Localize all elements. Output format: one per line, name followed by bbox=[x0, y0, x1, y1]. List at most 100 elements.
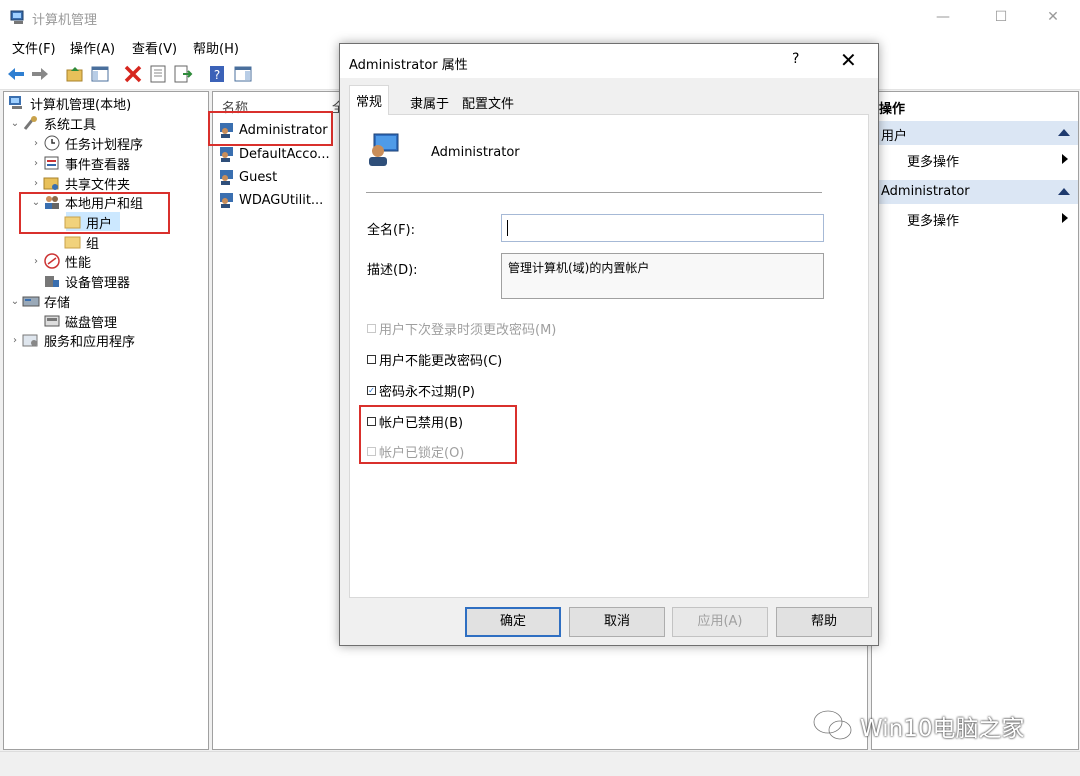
help-button[interactable]: 帮助 bbox=[776, 607, 872, 637]
tree-label: 共享文件夹 bbox=[65, 177, 131, 193]
action-group-label: 用户 bbox=[881, 129, 908, 144]
checkbox-label: 用户下次登录时须更改密码(M) bbox=[379, 323, 557, 338]
dialog-title-bar: Administrator 属性 ? ✕ bbox=[340, 44, 878, 78]
tree-label: 计算机管理(本地) bbox=[30, 97, 132, 113]
expand-chevron-icon[interactable]: › bbox=[29, 178, 43, 189]
svg-text:?: ? bbox=[214, 68, 220, 82]
tree-item-system-tools[interactable]: ⌄ 系统工具 bbox=[8, 113, 96, 133]
tree-item-storage[interactable]: ⌄ 存储 bbox=[8, 291, 70, 311]
dialog-help-button[interactable]: ? bbox=[792, 51, 799, 67]
checkbox-cannot-change-password[interactable]: 用户不能更改密码(C) bbox=[367, 350, 502, 369]
separator bbox=[366, 192, 822, 193]
expand-chevron-icon[interactable]: › bbox=[29, 256, 43, 267]
properties-icon[interactable] bbox=[148, 64, 168, 84]
collapse-chevron-icon[interactable]: ⌄ bbox=[8, 118, 22, 129]
services-icon bbox=[22, 334, 38, 347]
submenu-arrow-icon bbox=[1062, 213, 1068, 223]
tree-label: 存储 bbox=[44, 295, 71, 311]
tree-label: 系统工具 bbox=[44, 117, 97, 133]
checkbox-box[interactable] bbox=[367, 324, 376, 333]
tree-item-computer-management[interactable]: 计算机管理(本地) bbox=[8, 93, 131, 113]
tree-item-event-viewer[interactable]: › 事件查看器 bbox=[29, 153, 130, 173]
tree-item-services-apps[interactable]: › 服务和应用程序 bbox=[8, 330, 135, 350]
collapse-triangle-icon[interactable] bbox=[1058, 129, 1070, 136]
tools-icon bbox=[23, 116, 37, 130]
action-group-users[interactable]: 用户 bbox=[872, 121, 1078, 145]
list-item-guest[interactable]: Guest bbox=[219, 167, 277, 187]
actions-pane: 操作 用户 更多操作 Administrator 更多操作 bbox=[871, 91, 1079, 750]
computer-management-icon bbox=[9, 96, 22, 109]
export-list-icon[interactable] bbox=[173, 64, 193, 84]
disk-management-icon bbox=[44, 315, 60, 327]
window-title: 计算机管理 bbox=[32, 13, 98, 28]
clock-icon bbox=[44, 135, 60, 151]
menu-view[interactable]: 查看(V) bbox=[132, 38, 177, 57]
menu-file[interactable]: 文件(F) bbox=[12, 38, 56, 57]
list-item-defaultaccount[interactable]: DefaultAcco... bbox=[219, 144, 330, 164]
collapse-triangle-icon[interactable] bbox=[1058, 188, 1070, 195]
tree-label: 组 bbox=[86, 236, 100, 252]
ok-button[interactable]: 确定 bbox=[465, 607, 561, 637]
expand-chevron-icon[interactable]: › bbox=[29, 138, 43, 149]
close-button[interactable]: ✕ bbox=[1030, 5, 1076, 29]
maximize-button[interactable]: ☐ bbox=[978, 5, 1024, 29]
dialog-title: Administrator 属性 bbox=[349, 58, 468, 73]
tree-item-disk-management[interactable]: 磁盘管理 bbox=[43, 311, 117, 331]
expand-chevron-icon[interactable]: › bbox=[8, 335, 22, 346]
checkbox-box-checked[interactable]: ✓ bbox=[367, 386, 376, 395]
show-hide-console-tree-icon[interactable] bbox=[90, 64, 110, 84]
help-icon[interactable]: ? bbox=[207, 64, 227, 84]
tab-general[interactable]: 常规 bbox=[349, 85, 390, 115]
show-hide-action-pane-icon[interactable] bbox=[233, 64, 253, 84]
menu-help[interactable]: 帮助(H) bbox=[193, 38, 239, 57]
tree-label: 任务计划程序 bbox=[65, 137, 144, 153]
dialog-close-button[interactable]: ✕ bbox=[840, 48, 857, 72]
tree-item-task-scheduler[interactable]: › 任务计划程序 bbox=[29, 133, 143, 153]
action-group-label: Administrator bbox=[881, 184, 970, 199]
tab-profile[interactable]: 配置文件 bbox=[456, 88, 520, 114]
checkbox-label: 密码永不过期(P) bbox=[379, 385, 475, 400]
apply-button[interactable]: 应用(A) bbox=[672, 607, 768, 637]
folder-icon bbox=[64, 236, 81, 249]
tree-label: 服务和应用程序 bbox=[44, 334, 136, 350]
checkbox-password-never-expires[interactable]: ✓ 密码永不过期(P) bbox=[367, 381, 475, 400]
watermark-text: Win10电脑之家 bbox=[860, 716, 1025, 742]
user-icon bbox=[220, 193, 233, 208]
watermark: Win10电脑之家 bbox=[812, 706, 1024, 746]
general-tab-panel: Administrator 全名(F): 描述(D): 管理计算机(域)的内置帐… bbox=[349, 114, 869, 598]
checkbox-must-change-password[interactable]: 用户下次登录时须更改密码(M) bbox=[367, 319, 556, 338]
tree-label: 性能 bbox=[65, 255, 92, 271]
action-more-actions-administrator[interactable]: 更多操作 bbox=[907, 210, 959, 229]
tree-item-groups[interactable]: 组 bbox=[64, 232, 99, 252]
list-item-label: Guest bbox=[239, 169, 278, 185]
full-name-input[interactable] bbox=[501, 214, 824, 242]
actions-header: 操作 bbox=[879, 102, 906, 117]
checkbox-box[interactable] bbox=[367, 355, 376, 364]
computer-management-icon bbox=[10, 10, 24, 24]
full-name-label: 全名(F): bbox=[367, 223, 416, 238]
tree-item-performance[interactable]: › 性能 bbox=[29, 251, 91, 271]
list-item-wdagutility[interactable]: WDAGUtilit... bbox=[219, 190, 323, 210]
forward-arrow-icon[interactable] bbox=[30, 64, 50, 84]
minimize-button[interactable]: — bbox=[920, 5, 966, 29]
tree-item-shared-folders[interactable]: › 共享文件夹 bbox=[29, 173, 130, 193]
user-account-name: Administrator bbox=[431, 145, 520, 160]
red-highlight-box-checkboxes bbox=[359, 405, 517, 464]
collapse-chevron-icon[interactable]: ⌄ bbox=[8, 296, 22, 307]
back-arrow-icon[interactable] bbox=[6, 64, 26, 84]
menu-action[interactable]: 操作(A) bbox=[70, 38, 115, 57]
description-input[interactable]: 管理计算机(域)的内置帐户 bbox=[501, 253, 824, 299]
submenu-arrow-icon bbox=[1062, 154, 1068, 164]
cancel-button[interactable]: 取消 bbox=[569, 607, 665, 637]
up-folder-icon[interactable] bbox=[65, 64, 85, 84]
delete-icon[interactable] bbox=[123, 64, 143, 84]
expand-chevron-icon[interactable]: › bbox=[29, 158, 43, 169]
list-item-label: DefaultAcco... bbox=[239, 146, 330, 162]
wechat-logo-icon bbox=[812, 709, 853, 741]
tree-item-device-manager[interactable]: 设备管理器 bbox=[43, 271, 130, 291]
action-group-administrator[interactable]: Administrator bbox=[872, 180, 1078, 204]
action-more-actions-users[interactable]: 更多操作 bbox=[907, 151, 959, 170]
tab-member-of[interactable]: 隶属于 bbox=[404, 88, 455, 114]
shared-folder-icon bbox=[43, 177, 59, 190]
event-viewer-icon bbox=[44, 156, 59, 170]
